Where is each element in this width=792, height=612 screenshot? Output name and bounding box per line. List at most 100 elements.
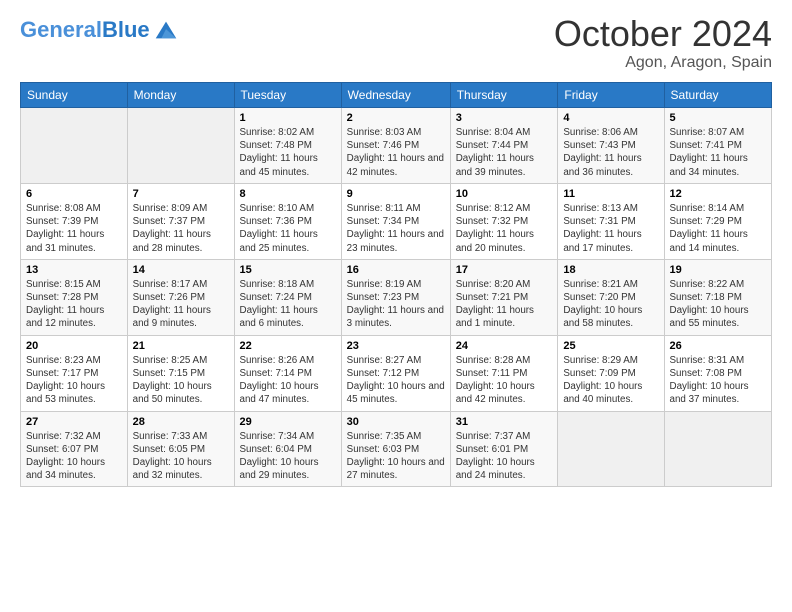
day-info: Sunrise: 8:12 AMSunset: 7:32 PMDaylight:…: [456, 202, 553, 255]
day-number: 10: [456, 188, 553, 200]
day-info: Sunrise: 8:10 AMSunset: 7:36 PMDaylight:…: [240, 202, 336, 255]
day-number: 14: [133, 264, 229, 276]
day-cell: 9Sunrise: 8:11 AMSunset: 7:34 PMDaylight…: [341, 183, 450, 259]
logo-icon: [152, 16, 180, 44]
day-number: 22: [240, 340, 336, 352]
day-number: 23: [347, 340, 445, 352]
day-number: 25: [563, 340, 658, 352]
day-cell: 10 Sunrise: 8:12 AMSunset: 7:32 PMDayligh…: [450, 183, 558, 259]
weekday-header-wednesday: Wednesday: [341, 83, 450, 108]
day-cell: 2 Sunrise: 8:03 AMSunset: 7:46 PMDaylight…: [341, 108, 450, 184]
weekday-header-row: SundayMondayTuesdayWednesdayThursdayFrid…: [21, 83, 772, 108]
day-number: 6: [26, 188, 122, 200]
day-info: Sunrise: 8:09 AMSunset: 7:37 PMDaylight:…: [133, 202, 229, 255]
day-info: Sunrise: 8:07 AMSunset: 7:41 PMDaylight:…: [670, 126, 766, 179]
day-cell: 23 Sunrise: 8:27 AMSunset: 7:12 PMDayligh…: [341, 335, 450, 411]
day-info: Sunrise: 7:34 AMSunset: 6:04 PMDaylight:…: [240, 430, 336, 483]
day-number: 15: [240, 264, 336, 276]
day-number: 29: [240, 416, 336, 428]
week-row-5: 27 Sunrise: 7:32 AMSunset: 6:07 PMDayligh…: [21, 411, 772, 487]
week-row-4: 20Sunrise: 8:23 AMSunset: 7:17 PMDayligh…: [21, 335, 772, 411]
day-info: Sunrise: 8:28 AMSunset: 7:11 PMDaylight:…: [456, 354, 553, 407]
day-cell: [21, 108, 128, 184]
day-number: 8: [240, 188, 336, 200]
day-number: 21: [133, 340, 229, 352]
day-cell: 25Sunrise: 8:29 AMSunset: 7:09 PMDayligh…: [558, 335, 664, 411]
day-info: Sunrise: 8:21 AMSunset: 7:20 PMDaylight:…: [563, 278, 658, 331]
day-cell: 12 Sunrise: 8:14 AMSunset: 7:29 PMDayligh…: [664, 183, 771, 259]
day-cell: 26Sunrise: 8:31 AMSunset: 7:08 PMDayligh…: [664, 335, 771, 411]
day-cell: [127, 108, 234, 184]
day-cell: 29 Sunrise: 7:34 AMSunset: 6:04 PMDayligh…: [234, 411, 341, 487]
day-number: 13: [26, 264, 122, 276]
day-number: 30: [347, 416, 445, 428]
day-cell: 16 Sunrise: 8:19 AMSunset: 7:23 PMDayligh…: [341, 259, 450, 335]
day-info: Sunrise: 8:23 AMSunset: 7:17 PMDaylight:…: [26, 354, 122, 407]
day-number: 3: [456, 112, 553, 124]
title-block: October 2024 Agon, Aragon, Spain: [554, 16, 772, 72]
day-cell: 30Sunrise: 7:35 AMSunset: 6:03 PMDayligh…: [341, 411, 450, 487]
day-cell: 27 Sunrise: 7:32 AMSunset: 6:07 PMDayligh…: [21, 411, 128, 487]
day-cell: 14Sunrise: 8:17 AMSunset: 7:26 PMDayligh…: [127, 259, 234, 335]
day-cell: 24Sunrise: 8:28 AMSunset: 7:11 PMDayligh…: [450, 335, 558, 411]
location-title: Agon, Aragon, Spain: [554, 54, 772, 72]
week-row-2: 6 Sunrise: 8:08 AMSunset: 7:39 PMDaylight…: [21, 183, 772, 259]
day-cell: 21 Sunrise: 8:25 AMSunset: 7:15 PMDayligh…: [127, 335, 234, 411]
day-info: Sunrise: 8:02 AMSunset: 7:48 PMDaylight:…: [240, 126, 336, 179]
day-info: Sunrise: 8:26 AMSunset: 7:14 PMDaylight:…: [240, 354, 336, 407]
day-cell: [664, 411, 771, 487]
day-info: Sunrise: 8:04 AMSunset: 7:44 PMDaylight:…: [456, 126, 553, 179]
logo-blue: Blue: [102, 17, 150, 42]
day-number: 7: [133, 188, 229, 200]
day-cell: 19 Sunrise: 8:22 AMSunset: 7:18 PMDayligh…: [664, 259, 771, 335]
day-cell: 18 Sunrise: 8:21 AMSunset: 7:20 PMDayligh…: [558, 259, 664, 335]
day-number: 18: [563, 264, 658, 276]
day-cell: 11 Sunrise: 8:13 AMSunset: 7:31 PMDayligh…: [558, 183, 664, 259]
day-info: Sunrise: 8:08 AMSunset: 7:39 PMDaylight:…: [26, 202, 122, 255]
day-number: 12: [670, 188, 766, 200]
day-info: Sunrise: 8:25 AMSunset: 7:15 PMDaylight:…: [133, 354, 229, 407]
day-cell: 8 Sunrise: 8:10 AMSunset: 7:36 PMDaylight…: [234, 183, 341, 259]
day-info: Sunrise: 8:22 AMSunset: 7:18 PMDaylight:…: [670, 278, 766, 331]
day-cell: 20Sunrise: 8:23 AMSunset: 7:17 PMDayligh…: [21, 335, 128, 411]
day-info: Sunrise: 8:13 AMSunset: 7:31 PMDaylight:…: [563, 202, 658, 255]
day-number: 11: [563, 188, 658, 200]
day-cell: [558, 411, 664, 487]
day-cell: 15 Sunrise: 8:18 AMSunset: 7:24 PMDayligh…: [234, 259, 341, 335]
day-number: 9: [347, 188, 445, 200]
day-cell: 7 Sunrise: 8:09 AMSunset: 7:37 PMDaylight…: [127, 183, 234, 259]
weekday-header-saturday: Saturday: [664, 83, 771, 108]
day-info: Sunrise: 7:32 AMSunset: 6:07 PMDaylight:…: [26, 430, 122, 483]
day-number: 27: [26, 416, 122, 428]
day-number: 5: [670, 112, 766, 124]
month-title: October 2024: [554, 16, 772, 52]
logo: GeneralBlue: [20, 16, 180, 44]
day-info: Sunrise: 7:37 AMSunset: 6:01 PMDaylight:…: [456, 430, 553, 483]
week-row-3: 13Sunrise: 8:15 AMSunset: 7:28 PMDayligh…: [21, 259, 772, 335]
day-cell: 1 Sunrise: 8:02 AMSunset: 7:48 PMDaylight…: [234, 108, 341, 184]
weekday-header-thursday: Thursday: [450, 83, 558, 108]
day-cell: 6 Sunrise: 8:08 AMSunset: 7:39 PMDaylight…: [21, 183, 128, 259]
day-number: 4: [563, 112, 658, 124]
day-info: Sunrise: 8:06 AMSunset: 7:43 PMDaylight:…: [563, 126, 658, 179]
day-info: Sunrise: 8:27 AMSunset: 7:12 PMDaylight:…: [347, 354, 445, 407]
day-number: 2: [347, 112, 445, 124]
day-info: Sunrise: 8:19 AMSunset: 7:23 PMDaylight:…: [347, 278, 445, 331]
day-cell: 22 Sunrise: 8:26 AMSunset: 7:14 PMDayligh…: [234, 335, 341, 411]
day-number: 16: [347, 264, 445, 276]
day-number: 1: [240, 112, 336, 124]
day-number: 19: [670, 264, 766, 276]
logo-general: General: [20, 17, 102, 42]
day-info: Sunrise: 8:31 AMSunset: 7:08 PMDaylight:…: [670, 354, 766, 407]
day-info: Sunrise: 7:33 AMSunset: 6:05 PMDaylight:…: [133, 430, 229, 483]
header: GeneralBlue October 2024 Agon, Aragon, S…: [20, 16, 772, 72]
day-cell: 4 Sunrise: 8:06 AMSunset: 7:43 PMDaylight…: [558, 108, 664, 184]
day-info: Sunrise: 8:03 AMSunset: 7:46 PMDaylight:…: [347, 126, 445, 179]
logo-text: GeneralBlue: [20, 19, 150, 41]
weekday-header-monday: Monday: [127, 83, 234, 108]
day-number: 31: [456, 416, 553, 428]
calendar-table: SundayMondayTuesdayWednesdayThursdayFrid…: [20, 82, 772, 487]
day-info: Sunrise: 8:14 AMSunset: 7:29 PMDaylight:…: [670, 202, 766, 255]
day-cell: 3 Sunrise: 8:04 AMSunset: 7:44 PMDaylight…: [450, 108, 558, 184]
day-info: Sunrise: 8:18 AMSunset: 7:24 PMDaylight:…: [240, 278, 336, 331]
